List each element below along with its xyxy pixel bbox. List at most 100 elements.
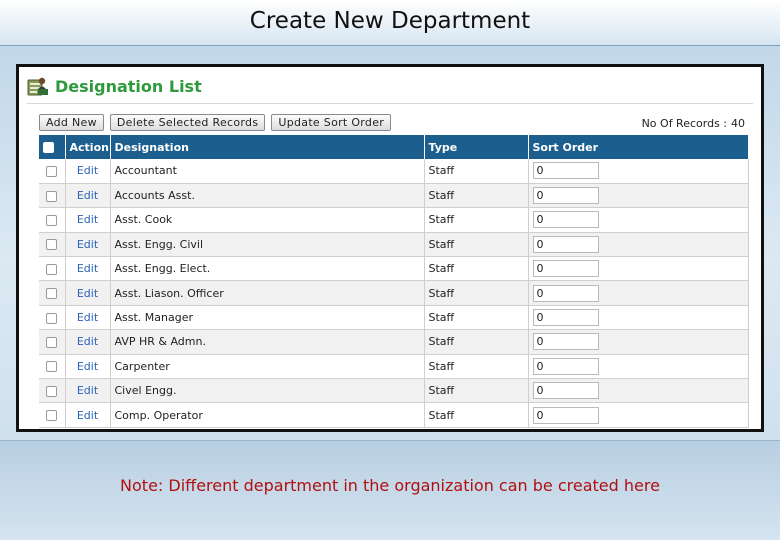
sort-order-input[interactable] [532,309,599,327]
type-cell: Staff [424,256,529,282]
table-row: Edit Comp. Operator Staff [39,402,749,428]
sort-order-cell [528,183,749,209]
sort-order-input[interactable] [532,357,599,375]
delete-selected-button[interactable]: Delete Selected Records [109,114,266,131]
designation-cell: Civel Engg. [110,378,425,404]
select-all-header [39,135,66,159]
update-sort-order-button[interactable]: Update Sort Order [271,114,392,131]
type-cell: Staff [424,232,529,258]
sort-order-input[interactable] [532,333,599,351]
action-cell: Edit [65,402,111,428]
sort-order-input[interactable] [532,187,599,205]
row-checkbox[interactable] [46,263,58,275]
row-checkbox[interactable] [46,165,58,177]
row-checkbox[interactable] [46,361,58,373]
row-checkbox[interactable] [46,385,58,397]
edit-link[interactable]: Edit [77,213,98,226]
row-checkbox[interactable] [46,288,58,300]
column-header-action[interactable]: Action [65,135,111,159]
row-checkbox[interactable] [46,239,58,251]
sort-order-input[interactable] [532,211,599,229]
row-select-cell [39,354,66,380]
sort-order-cell [528,207,749,233]
action-cell: Edit [65,329,111,355]
header-divider [27,103,753,104]
designation-cell: Accounts Asst. [110,183,425,209]
sort-order-cell [528,280,749,306]
sort-order-input[interactable] [532,162,599,180]
table-row: Edit AVP HR & Admn. Staff [39,329,749,355]
sort-order-cell [528,378,749,404]
edit-link[interactable]: Edit [77,164,98,177]
designation-cell: AVP HR & Admn. [110,329,425,355]
action-cell: Edit [65,378,111,404]
sort-order-input[interactable] [532,406,599,424]
type-cell: Staff [424,183,529,209]
people-list-icon [27,77,48,96]
edit-link[interactable]: Edit [77,311,98,324]
edit-link[interactable]: Edit [77,384,98,397]
type-cell: Staff [424,378,529,404]
edit-link[interactable]: Edit [77,262,98,275]
type-cell: Staff [424,280,529,306]
table-row: Edit Accounts Asst. Staff [39,183,749,209]
type-cell: Staff [424,207,529,233]
type-cell: Staff [424,329,529,355]
action-cell: Edit [65,280,111,306]
action-cell: Edit [65,305,111,331]
sort-order-input[interactable] [532,382,599,400]
type-cell: Staff [424,305,529,331]
edit-link[interactable]: Edit [77,335,98,348]
action-cell: Edit [65,183,111,209]
edit-link[interactable]: Edit [77,360,98,373]
screenshot-frame: Designation List Add New Delete Selected… [16,64,764,432]
designation-cell: Asst. Engg. Civil [110,232,425,258]
row-checkbox[interactable] [46,214,58,226]
row-select-cell [39,402,66,428]
row-select-cell [39,183,66,209]
table-row: Edit Asst. Engg. Civil Staff [39,232,749,258]
records-count: No Of Records : 40 [642,117,745,130]
row-checkbox[interactable] [46,410,58,422]
row-select-cell [39,280,66,306]
designation-cell: Asst. Manager [110,305,425,331]
row-checkbox[interactable] [46,190,58,202]
list-header: Designation List [27,73,202,99]
select-all-checkbox[interactable] [43,142,54,153]
slide-note: Note: Different department in the organi… [120,476,660,495]
sort-order-cell [528,159,749,184]
sort-order-input[interactable] [532,284,599,302]
row-checkbox[interactable] [46,312,58,324]
add-new-button[interactable]: Add New [39,114,104,131]
sort-order-cell [528,256,749,282]
column-header-sort-order[interactable]: Sort Order [528,135,749,159]
table-row: Edit Accountant Staff [39,159,749,184]
table-row: Edit Civel Engg. Staff [39,378,749,404]
table-header-row: Action Designation Type Sort Order [39,135,749,159]
table-row: Edit Asst. Manager Staff [39,305,749,331]
edit-link[interactable]: Edit [77,287,98,300]
sort-order-input[interactable] [532,235,599,253]
list-title: Designation List [55,76,202,96]
action-cell: Edit [65,207,111,233]
records-value: 40 [731,117,745,130]
sort-order-input[interactable] [532,260,599,278]
action-cell: Edit [65,354,111,380]
action-cell: Edit [65,232,111,258]
table-row: Edit Asst. Liason. Officer Staff [39,280,749,306]
type-cell: Staff [424,354,529,380]
action-cell: Edit [65,256,111,282]
designation-cell: Asst. Liason. Officer [110,280,425,306]
edit-link[interactable]: Edit [77,409,98,422]
row-select-cell [39,232,66,258]
row-checkbox[interactable] [46,336,58,348]
edit-link[interactable]: Edit [77,238,98,251]
row-select-cell [39,378,66,404]
designation-cell: Comp. Operator [110,402,425,428]
column-header-type[interactable]: Type [424,135,529,159]
row-select-cell [39,207,66,233]
column-header-designation[interactable]: Designation [110,135,425,159]
edit-link[interactable]: Edit [77,189,98,202]
sort-order-cell [528,354,749,380]
designation-cell: Accountant [110,159,425,184]
